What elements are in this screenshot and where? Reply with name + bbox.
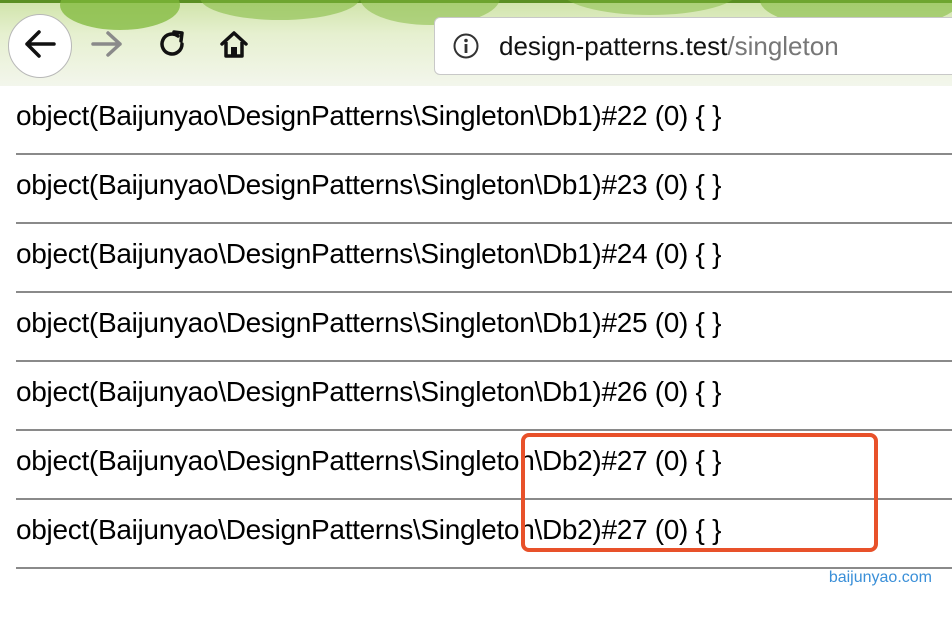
background-foliage: [560, 0, 740, 15]
output-row: object(Baijunyao\DesignPatterns\Singleto…: [16, 155, 952, 224]
output-line: object(Baijunyao\DesignPatterns\Singleto…: [16, 100, 722, 131]
output-line: object(Baijunyao\DesignPatterns\Singleto…: [16, 307, 722, 338]
browser-toolbar: design-patterns.test/singleton: [0, 0, 952, 86]
output-line: object(Baijunyao\DesignPatterns\Singleto…: [16, 376, 722, 407]
back-arrow-icon: [23, 29, 57, 64]
output-row: object(Baijunyao\DesignPatterns\Singleto…: [16, 86, 952, 155]
background-foliage: [200, 0, 360, 20]
highlight-box: [521, 433, 878, 552]
output-line: object(Baijunyao\DesignPatterns\Singleto…: [16, 238, 722, 269]
watermark-text: baijunyao.com: [828, 569, 932, 586]
forward-arrow-icon: [89, 30, 123, 63]
output-row: object(Baijunyao\DesignPatterns\Singleto…: [16, 224, 952, 293]
address-bar[interactable]: design-patterns.test/singleton: [434, 17, 952, 75]
forward-button[interactable]: [84, 26, 128, 66]
home-icon: [218, 28, 250, 65]
output-row: object(Baijunyao\DesignPatterns\Singleto…: [16, 293, 952, 362]
info-circle-icon[interactable]: [451, 31, 481, 61]
reload-icon: [156, 28, 188, 65]
reload-button[interactable]: [150, 26, 194, 66]
output-line: object(Baijunyao\DesignPatterns\Singleto…: [16, 169, 722, 200]
url-host: design-patterns.test: [499, 30, 728, 61]
url-path: /singleton: [727, 30, 839, 61]
home-button[interactable]: [212, 26, 256, 66]
url-text[interactable]: design-patterns.test/singleton: [499, 31, 839, 62]
back-button[interactable]: [8, 14, 72, 78]
output-row: object(Baijunyao\DesignPatterns\Singleto…: [16, 362, 952, 431]
